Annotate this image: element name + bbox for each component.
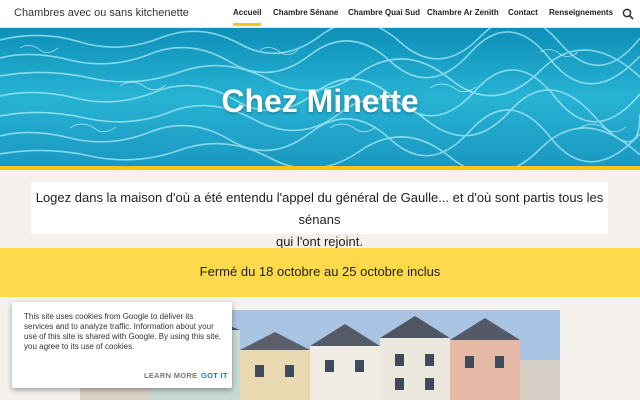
cookie-consent-banner: This site uses cookies from Google to de…: [12, 302, 232, 388]
search-icon[interactable]: [622, 8, 634, 20]
hero-banner: Chez Minette: [0, 28, 640, 166]
nav-item-chambre-quai-sud[interactable]: Chambre Quai Sud: [348, 8, 420, 17]
top-navigation-bar: Chambres avec ou sans kitchenette Accuei…: [0, 0, 640, 28]
site-title[interactable]: Chambres avec ou sans kitchenette: [14, 7, 189, 19]
intro-line-1: Logez dans la maison d'où a été entendu …: [35, 190, 604, 227]
learn-more-link[interactable]: LEARN MORE: [144, 371, 197, 380]
cookie-message: This site uses cookies from Google to de…: [24, 312, 221, 351]
nav-item-renseignements[interactable]: Renseignements: [549, 8, 613, 17]
intro-text-box: Logez dans la maison d'où a été entendu …: [31, 182, 608, 249]
nav-item-contact[interactable]: Contact: [508, 8, 538, 17]
nav-item-chambre-senane[interactable]: Chambre Sénane: [273, 8, 338, 17]
nav-item-chambre-ar-zenith[interactable]: Chambre Ar Zenith: [427, 8, 499, 17]
got-it-button[interactable]: GOT IT: [201, 371, 228, 380]
closure-notice: Fermé du 18 octobre au 25 octobre inclus: [199, 264, 441, 279]
nav-item-accueil[interactable]: Accueil: [233, 8, 262, 26]
hero-title: Chez Minette: [221, 83, 419, 119]
